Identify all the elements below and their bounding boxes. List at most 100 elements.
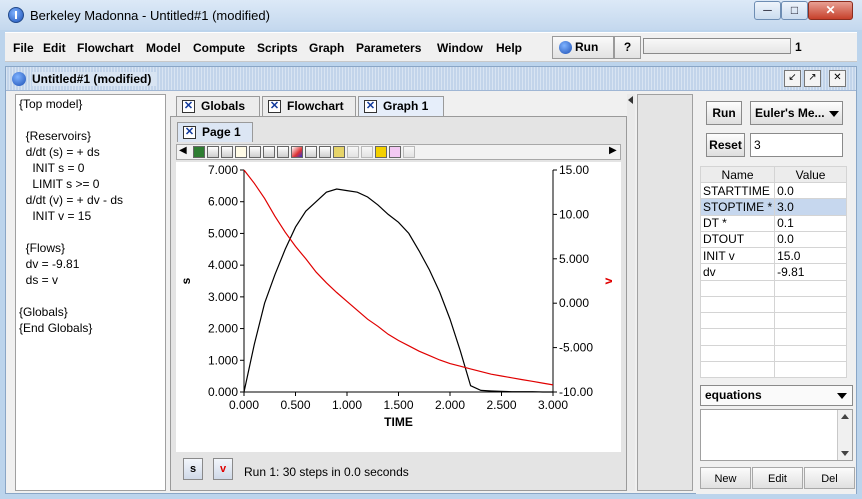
scroll-up-icon[interactable]: [841, 414, 849, 419]
equation-line: {Flows}: [19, 241, 66, 255]
param-value[interactable]: 0.1: [774, 214, 847, 232]
equation-line: ds = v: [19, 273, 59, 287]
graph-icon[interactable]: [249, 146, 261, 158]
menu-graph[interactable]: Graph: [309, 41, 344, 55]
param-value[interactable]: 0.0: [774, 230, 847, 249]
menu-help[interactable]: Help: [496, 41, 522, 55]
table-icon[interactable]: [221, 146, 233, 158]
context-help-button[interactable]: ?: [614, 36, 641, 59]
readout-icon[interactable]: [361, 146, 373, 158]
copy-icon[interactable]: [263, 146, 275, 158]
x-tick-label: 0.000: [229, 398, 259, 412]
tab-label: Graph 1: [383, 99, 429, 113]
param-value[interactable]: -9.81: [774, 263, 847, 281]
integration-method-select[interactable]: Euler's Me...: [750, 101, 843, 125]
restore-icon[interactable]: ↗: [804, 70, 821, 87]
run-graph-icon[interactable]: [193, 146, 205, 158]
tab-close-icon[interactable]: ✕: [268, 100, 281, 113]
table-row[interactable]: DT * 0.1: [699, 214, 847, 232]
fft-icon[interactable]: [235, 146, 247, 158]
collapse-arrow-icon[interactable]: [628, 96, 633, 104]
doc-close-icon[interactable]: ✕: [829, 70, 846, 87]
table-row[interactable]: DTOUT 0.0: [699, 230, 847, 249]
param-value[interactable]: 3.0: [774, 198, 847, 216]
scroll-right-icon[interactable]: ▶: [609, 145, 617, 156]
close-button[interactable]: ✕: [808, 1, 853, 20]
edit-button[interactable]: Edit: [752, 467, 803, 489]
panel-splitter[interactable]: [627, 94, 635, 491]
menu-edit[interactable]: Edit: [43, 41, 66, 55]
param-name[interactable]: STOPTIME *: [699, 198, 776, 216]
grid-icon[interactable]: [319, 146, 331, 158]
toolbar-run-button[interactable]: Run: [552, 36, 614, 59]
crosshair-icon[interactable]: [333, 146, 345, 158]
float-icon[interactable]: ↙: [784, 70, 801, 87]
table-row[interactable]: dv -9.81: [699, 263, 847, 281]
reset-value-field[interactable]: 3: [750, 133, 843, 157]
minimize-button[interactable]: ─: [754, 1, 781, 20]
y-right-tick-label: 0.000: [559, 296, 589, 310]
table-row[interactable]: STOPTIME * 3.0: [699, 198, 847, 216]
menu-window[interactable]: Window: [437, 41, 483, 55]
new-button[interactable]: New: [700, 467, 751, 489]
print-icon[interactable]: [277, 146, 289, 158]
tab-label: Flowchart: [287, 99, 344, 113]
tab-graph-1[interactable]: ✕ Graph 1: [358, 96, 444, 116]
table-row[interactable]: STARTTIME 0.0: [699, 181, 847, 200]
variable-button-v[interactable]: v: [213, 458, 233, 480]
zoom-icon[interactable]: [347, 146, 359, 158]
vertical-scrollbar[interactable]: [837, 410, 852, 460]
equations-panel[interactable]: {Top model} {Reservoirs} d/dt (s) = + ds…: [15, 94, 166, 491]
param-name[interactable]: DTOUT: [699, 230, 776, 249]
param-name[interactable]: DT *: [699, 214, 776, 232]
column-header-name[interactable]: Name: [699, 166, 776, 183]
filter-icon[interactable]: [403, 146, 415, 158]
delete-button[interactable]: Del: [804, 467, 855, 489]
panel-run-button[interactable]: Run: [706, 101, 742, 125]
param-name[interactable]: INIT v: [699, 246, 776, 265]
variable-button-s[interactable]: s: [183, 458, 203, 480]
y-right-tick-label: -10.00: [559, 385, 593, 399]
tab-close-icon[interactable]: ✕: [182, 100, 195, 113]
y-right-tick-label: 10.00: [559, 207, 589, 221]
param-value[interactable]: 0.0: [774, 181, 847, 200]
table-row: [699, 344, 847, 362]
method-label: Euler's Me...: [755, 106, 825, 120]
menu-file[interactable]: File: [13, 41, 34, 55]
run-status-text: Run 1: 30 steps in 0.0 seconds: [244, 465, 409, 479]
menu-parameters[interactable]: Parameters: [356, 41, 421, 55]
tab-flowchart[interactable]: ✕ Flowchart: [262, 96, 356, 116]
plot-area[interactable]: 0.000 0.500 1.000 1.500 2.000 2.500 3.000 0.000…: [176, 162, 621, 452]
table-row[interactable]: INIT v 15.0: [699, 246, 847, 265]
y-left-tick-label: 3.000: [208, 290, 238, 304]
x-tick-label: 1.500: [383, 398, 413, 412]
equation-list[interactable]: [700, 409, 853, 461]
tab-close-icon[interactable]: ✕: [364, 100, 377, 113]
x-tick-label: 2.000: [435, 398, 465, 412]
document-title: Untitled#1 (modified): [32, 72, 158, 86]
tab-label: Globals: [201, 99, 246, 113]
menu-flowchart[interactable]: Flowchart: [77, 41, 134, 55]
axes-icon[interactable]: [305, 146, 317, 158]
legend-icon[interactable]: [375, 146, 387, 158]
tab-globals[interactable]: ✕ Globals: [176, 96, 260, 116]
y-left-tick-label: 6.000: [208, 195, 238, 209]
parameters-icon[interactable]: [389, 146, 401, 158]
menu-model[interactable]: Model: [146, 41, 181, 55]
page-tab[interactable]: ✕ Page 1: [177, 122, 253, 142]
param-value[interactable]: 15.0: [774, 246, 847, 265]
maximize-button[interactable]: □: [781, 1, 808, 20]
column-header-value[interactable]: Value: [774, 166, 847, 183]
scroll-down-icon[interactable]: [841, 451, 849, 456]
overlay-icon[interactable]: [207, 146, 219, 158]
param-name[interactable]: STARTTIME: [699, 181, 776, 200]
page-close-icon[interactable]: ✕: [183, 126, 196, 139]
menu-compute[interactable]: Compute: [193, 41, 245, 55]
scroll-left-icon[interactable]: ◀: [179, 145, 187, 156]
reset-button[interactable]: Reset: [706, 133, 745, 157]
y-axis-right-label: v: [601, 277, 615, 284]
list-select[interactable]: equations: [700, 385, 853, 406]
colors-icon[interactable]: [291, 146, 303, 158]
param-name[interactable]: dv: [699, 263, 776, 281]
menu-scripts[interactable]: Scripts: [257, 41, 298, 55]
